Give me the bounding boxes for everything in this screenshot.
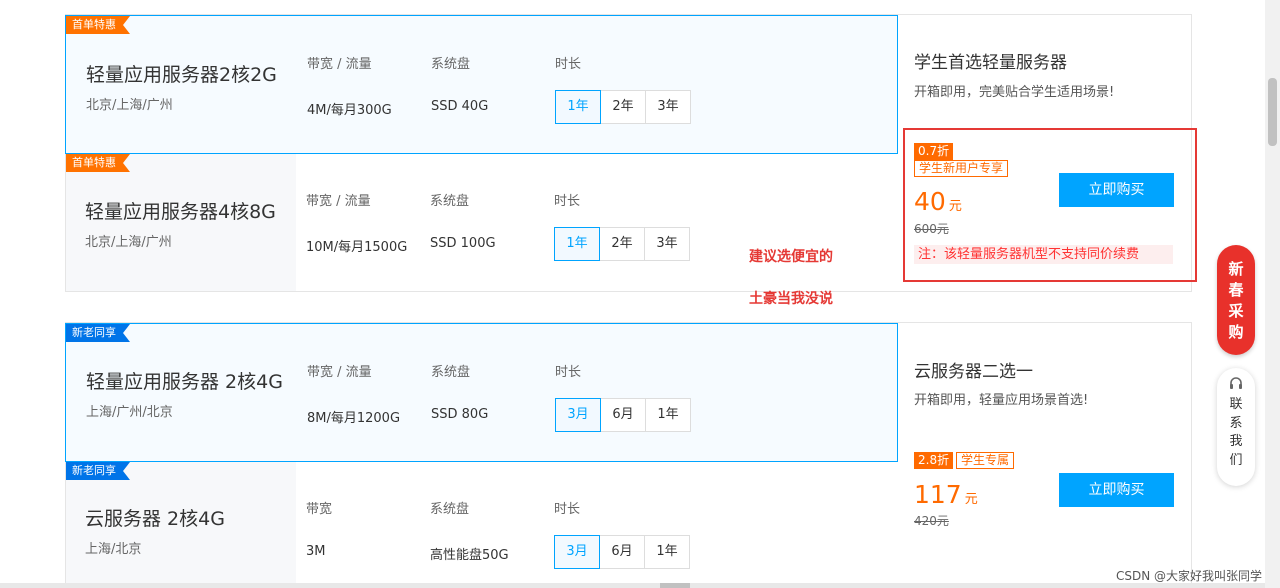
contact-char: 们	[1229, 452, 1243, 468]
annotation-text: 土豪当我没说	[749, 291, 833, 307]
row-right-panel	[296, 154, 899, 291]
original-price: 420元	[914, 514, 949, 528]
disk-header: 系统盘	[431, 365, 471, 380]
duration-option[interactable]: 3月	[554, 535, 600, 569]
promo-badge: 首单特惠	[66, 154, 130, 172]
annotation-text: 建议选便宜的	[749, 249, 833, 265]
disk-header: 系统盘	[430, 502, 470, 517]
duration-selector: 3月 6月 1年	[555, 398, 691, 432]
buy-now-button[interactable]: 立即购买	[1059, 473, 1174, 507]
student-tag: 学生专属	[956, 452, 1015, 469]
duration-option[interactable]: 6月	[599, 535, 645, 569]
bandwidth-value: 4M/每月300G	[307, 103, 392, 118]
scrollbar-thumb[interactable]	[1268, 78, 1277, 146]
contact-char: 我	[1229, 434, 1243, 449]
duration-option[interactable]: 1年	[644, 535, 690, 569]
promo-badge: 新老同享	[66, 324, 130, 342]
bandwidth-value: 8M/每月1200G	[307, 411, 401, 426]
vertical-scrollbar[interactable]	[1265, 0, 1280, 588]
offer-title: 学生首选轻量服务器	[914, 53, 1067, 73]
bandwidth-value: 10M/每月1500G	[306, 240, 408, 255]
headset-icon	[1230, 377, 1242, 389]
disk-value: SSD 40G	[431, 99, 489, 114]
product-region: 北京/上海/广州	[86, 98, 173, 113]
annotation-highlight-box	[903, 128, 1197, 282]
disk-header: 系统盘	[430, 194, 470, 209]
offer-title: 云服务器二选一	[914, 362, 1033, 382]
duration-header: 时长	[554, 502, 581, 517]
bandwidth-header: 带宽 / 流量	[307, 365, 372, 380]
duration-option[interactable]: 3年	[644, 227, 690, 261]
csdn-watermark: CSDN @大家好我叫张同学	[1116, 569, 1263, 583]
duration-option[interactable]: 3月	[555, 398, 601, 432]
offer-subtitle: 开箱即用，轻量应用场景首选!	[914, 393, 1089, 408]
scrollbar-thumb[interactable]	[660, 583, 690, 588]
promo-char: 新	[1228, 260, 1244, 278]
product-title: 轻量应用服务器 2核4G	[86, 371, 283, 393]
bandwidth-value: 3M	[306, 544, 326, 559]
product-row-4c8g[interactable]: 首单特惠 轻量应用服务器4核8G 北京/上海/广州 带宽 / 流量 系统盘 时长…	[66, 154, 899, 291]
contact-char: 系	[1229, 415, 1243, 431]
duration-option[interactable]: 2年	[599, 227, 645, 261]
promo-badge: 首单特惠	[66, 16, 130, 34]
duration-option[interactable]: 1年	[555, 90, 601, 124]
promo-char: 采	[1228, 302, 1244, 320]
contact-char: 联	[1229, 397, 1243, 412]
contact-us-float[interactable]: 联 系 我 们	[1217, 368, 1255, 486]
duration-option[interactable]: 6月	[600, 398, 646, 432]
offer-subtitle: 开箱即用，完美贴合学生适用场景!	[914, 85, 1115, 100]
bandwidth-header: 带宽 / 流量	[306, 194, 371, 209]
product-region: 北京/上海/广州	[85, 235, 172, 250]
duration-header: 时长	[555, 57, 582, 72]
product-row-2c2g[interactable]: 首单特惠 轻量应用服务器2核2G 北京/上海/广州 带宽 / 流量 系统盘 时长…	[65, 15, 898, 154]
duration-header: 时长	[555, 365, 582, 380]
product-region: 上海/广州/北京	[86, 405, 173, 420]
duration-option[interactable]: 2年	[600, 90, 646, 124]
horizontal-scrollbar[interactable]	[0, 583, 1265, 588]
promo-char: 春	[1228, 281, 1244, 299]
price-value: 117 元	[914, 480, 978, 509]
bandwidth-header: 带宽 / 流量	[307, 57, 372, 72]
product-region: 上海/北京	[85, 542, 142, 557]
discount-badge: 2.8折	[914, 452, 954, 469]
disk-value: 高性能盘50G	[430, 548, 509, 563]
product-title: 云服务器 2核4G	[85, 508, 225, 530]
bandwidth-header: 带宽	[306, 502, 333, 517]
duration-header: 时长	[554, 194, 581, 209]
product-title: 轻量应用服务器2核2G	[86, 64, 277, 86]
promo-char: 购	[1228, 323, 1244, 341]
product-title: 轻量应用服务器4核8G	[85, 201, 276, 223]
duration-selector: 1年 2年 3年	[555, 90, 691, 124]
product-row-cvm-2c4g[interactable]: 新老同享 云服务器 2核4G 上海/北京 带宽 系统盘 时长 3M 高性能盘50…	[66, 462, 899, 583]
duration-option[interactable]: 3年	[645, 90, 691, 124]
promo-badge: 新老同享	[66, 462, 130, 480]
duration-selector: 1年 2年 3年	[554, 227, 690, 261]
product-row-lh-2c4g[interactable]: 新老同享 轻量应用服务器 2核4G 上海/广州/北京 带宽 / 流量 系统盘 时…	[65, 323, 898, 462]
duration-selector: 3月 6月 1年	[554, 535, 690, 569]
disk-header: 系统盘	[431, 57, 471, 72]
disk-value: SSD 80G	[431, 407, 489, 422]
disk-value: SSD 100G	[430, 236, 496, 251]
spring-promo-float[interactable]: 新 春 采 购	[1217, 245, 1255, 355]
duration-option[interactable]: 1年	[554, 227, 600, 261]
duration-option[interactable]: 1年	[645, 398, 691, 432]
